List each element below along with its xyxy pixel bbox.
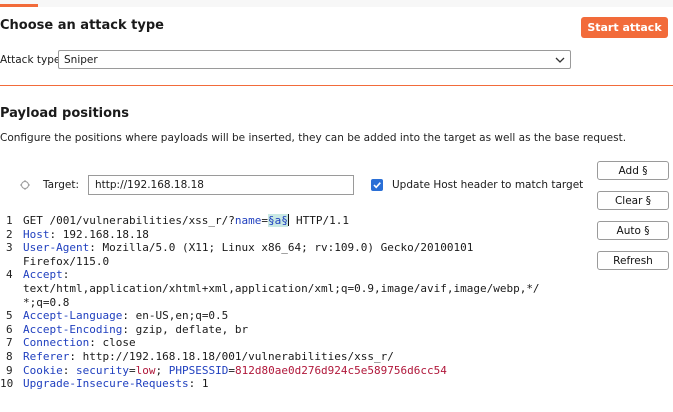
line-number: 4 — [6, 268, 13, 282]
section-divider — [0, 85, 673, 86]
target-icon — [20, 180, 30, 190]
header-name: User-Agent — [23, 241, 90, 255]
header-line: 4 Accept: — [0, 268, 585, 282]
checkmark-icon — [373, 182, 381, 189]
header-line-wrap: text/html,application/xhtml+xml,applicat… — [0, 282, 585, 296]
header-value: : gzip, deflate, br — [122, 322, 249, 336]
line-number: 3 — [6, 241, 13, 255]
cookie-value: low — [135, 363, 156, 377]
payload-marker[interactable]: §a§ — [268, 214, 288, 227]
update-host-label: Update Host header to match target — [392, 179, 584, 191]
line-number: 9 — [6, 363, 13, 377]
header-value: : 192.168.18.18 — [49, 227, 149, 241]
auto-markers-button[interactable]: Auto § — [597, 221, 669, 240]
line-number: 2 — [6, 227, 13, 241]
header-value: : http://192.168.18.18/001/vulnerabiliti… — [69, 349, 394, 363]
refresh-button[interactable]: Refresh — [597, 251, 669, 270]
header-line: 9 Cookie: security=low; PHPSESSID=812d80a… — [0, 364, 585, 378]
payload-positions-heading: Payload positions — [0, 106, 130, 121]
attack-type-value: Sniper — [64, 53, 98, 66]
payload-positions-description: Configure the positions where payloads w… — [0, 132, 627, 144]
header-line-wrap: *;q=0.8 — [0, 296, 585, 310]
header-name: Accept-Language — [23, 309, 123, 323]
attack-type-label: Attack type: — [0, 54, 64, 66]
top-tab-strip — [0, 0, 673, 7]
clear-markers-button[interactable]: Clear § — [597, 191, 669, 210]
update-host-checkbox[interactable] — [371, 179, 383, 191]
active-tab-indicator — [0, 4, 38, 7]
request-line: 1 GET /001/vulnerabilities/xss_r/?name=§a… — [0, 214, 585, 228]
header-line: 8 Referer: http://192.168.18.18/001/vulne… — [0, 350, 585, 364]
cookie-value: 812d80ae0d276d924c5e589756d6cc54 — [234, 363, 447, 377]
attack-type-heading: Choose an attack type — [0, 18, 164, 33]
header-value: : — [62, 268, 70, 282]
header-line: 10 Upgrade-Insecure-Requests: 1 — [0, 377, 585, 391]
header-line: 3 User-Agent: Mozilla/5.0 (X11; Linux x86… — [0, 241, 585, 255]
header-name: Upgrade-Insecure-Requests — [23, 377, 189, 391]
line-number: 6 — [6, 322, 13, 336]
target-url-value: http://192.168.18.18 — [95, 179, 204, 191]
cookie-equals: = — [128, 363, 136, 377]
cookie-separator: ; — [155, 363, 169, 377]
header-line: 2 Host: 192.168.18.18 — [0, 228, 585, 242]
header-name: Accept — [23, 268, 63, 282]
header-name: Connection — [23, 336, 90, 350]
line-number: 7 — [6, 336, 13, 350]
header-line-wrap: Firefox/115.0 — [0, 255, 585, 269]
start-attack-button[interactable]: Start attack — [581, 17, 668, 38]
header-value: : en-US,en;q=0.5 — [122, 309, 229, 323]
line-number: 10 — [0, 377, 14, 391]
add-marker-button[interactable]: Add § — [597, 161, 669, 180]
attack-type-select[interactable]: Sniper — [58, 50, 571, 69]
chevron-down-icon — [555, 57, 565, 63]
header-value: : Mozilla/5.0 (X11; Linux x86_64; rv:109… — [89, 241, 474, 255]
line-number: 5 — [6, 309, 13, 323]
header-value: *;q=0.8 — [23, 295, 70, 309]
header-line: 7 Connection: close — [0, 336, 585, 350]
cookie-equals: = — [228, 363, 235, 377]
cookie-name: PHPSESSID — [168, 363, 229, 377]
request-text: GET /001/vulnerabilities/xss_r/? — [23, 214, 235, 227]
header-value: : — [62, 363, 76, 377]
header-name: Cookie — [23, 363, 63, 377]
cookie-name: security — [76, 363, 129, 377]
line-number: 1 — [6, 214, 13, 227]
header-name: Referer — [23, 349, 70, 363]
target-label: Target: — [43, 179, 80, 191]
header-line: 5 Accept-Language: en-US,en;q=0.5 — [0, 309, 585, 323]
header-value: Firefox/115.0 — [23, 254, 110, 268]
line-number: 8 — [6, 349, 13, 363]
param-name: name — [234, 214, 262, 227]
header-value: text/html,application/xhtml+xml,applicat… — [23, 281, 540, 295]
target-url-input[interactable]: http://192.168.18.18 — [88, 175, 354, 195]
header-value: : 1 — [188, 377, 209, 391]
header-name: Host — [23, 227, 50, 241]
header-value: : close — [89, 336, 136, 350]
header-name: Accept-Encoding — [23, 322, 123, 336]
header-line: 6 Accept-Encoding: gzip, deflate, br — [0, 323, 585, 337]
request-text: HTTP/1.1 — [289, 214, 350, 227]
request-editor[interactable]: 1 GET /001/vulnerabilities/xss_r/?name = §a… — [0, 214, 585, 412]
